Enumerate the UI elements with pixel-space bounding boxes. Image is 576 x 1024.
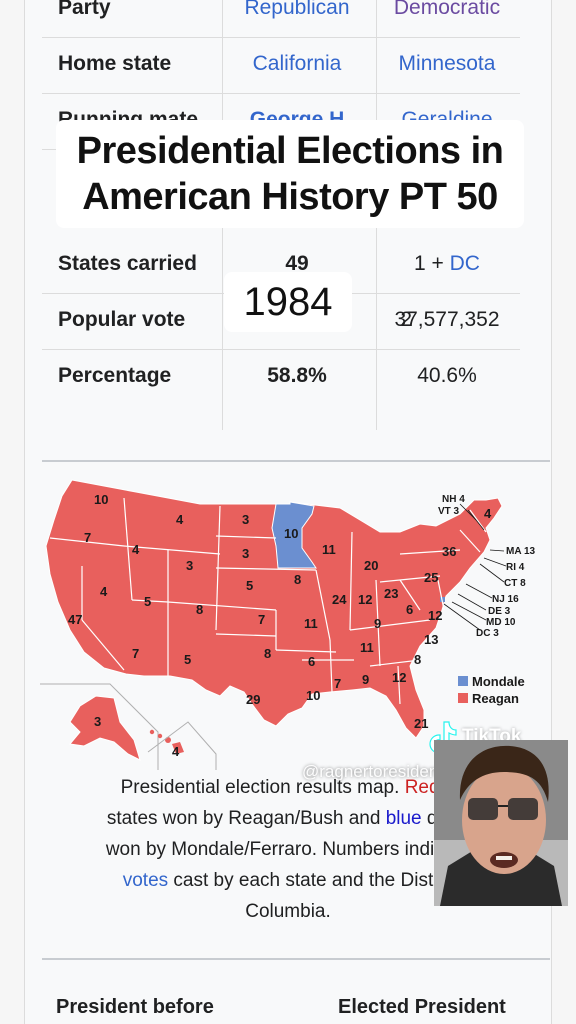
label-tn: 11: [360, 640, 374, 655]
creator-facecam: [434, 740, 568, 906]
caption-text: states won by Reagan/Bush and: [106, 808, 386, 829]
label-al: 9: [362, 672, 369, 687]
label-ms: 7: [334, 676, 341, 691]
label-ne: 5: [246, 578, 253, 593]
label-in: 12: [358, 592, 372, 607]
label-hi: 4: [172, 744, 180, 759]
label-ct: CT 8: [504, 578, 526, 589]
percentage-label: Percentage: [58, 364, 172, 387]
page: Party Republican Democratic Home state C…: [0, 0, 576, 1024]
label-ma: MA 13: [506, 546, 536, 557]
title-line-1: Presidential Elections in: [76, 130, 504, 172]
popular-vote-mondale: 37,577,352: [394, 308, 500, 331]
legend-mondale-swatch: [458, 676, 468, 686]
home-state-california[interactable]: California: [222, 52, 372, 76]
election-results-map[interactable]: 10 7 47 4 4 4 3 5 7 8 5 3 3 5 7 8 29 10 …: [40, 470, 550, 770]
year-overlay: 1984: [224, 272, 352, 332]
label-de: DE 3: [488, 606, 511, 617]
percentage-reagan: 58.8%: [267, 364, 327, 387]
label-ia: 8: [294, 572, 301, 587]
label-ca: 47: [68, 612, 82, 627]
caption-blue-word: blue: [385, 808, 422, 829]
label-nh: NH 4: [442, 494, 465, 505]
label-nj: NJ 16: [492, 594, 519, 605]
label-wv: 6: [406, 602, 413, 617]
home-state-label: Home state: [58, 52, 172, 75]
label-tx: 29: [246, 692, 260, 707]
label-ok: 8: [264, 646, 271, 661]
label-ga: 12: [392, 670, 406, 685]
label-ar: 6: [308, 654, 315, 669]
popular-vote-label: Popular vote: [58, 308, 186, 331]
label-mo: 11: [304, 616, 318, 631]
label-mn: 10: [284, 526, 298, 541]
label-ak: 3: [94, 714, 101, 729]
legend-mondale-label: Mondale: [472, 674, 525, 689]
label-or: 7: [84, 530, 91, 545]
section-divider: [42, 958, 550, 960]
home-state-minnesota[interactable]: Minnesota: [372, 52, 522, 76]
label-vt: VT 3: [438, 506, 460, 517]
section-divider: [42, 460, 550, 462]
label-wy: 3: [186, 558, 193, 573]
label-md: MD 10: [486, 617, 516, 628]
dc-link[interactable]: DC: [450, 252, 480, 275]
label-sc: 8: [414, 652, 421, 667]
label-va: 12: [428, 608, 442, 623]
row-party: Party Republican Democratic: [42, 0, 520, 38]
label-ri: RI 4: [506, 562, 525, 573]
label-wi: 11: [322, 542, 336, 557]
party-republican[interactable]: Republican: [222, 0, 372, 20]
label-ut: 5: [144, 594, 151, 609]
party-democratic[interactable]: Democratic: [372, 0, 522, 20]
video-title-overlay: Presidential Elections in American Histo…: [56, 120, 524, 228]
label-nc: 13: [424, 632, 438, 647]
title-line-2: American History PT 50: [82, 176, 498, 218]
label-il: 24: [332, 592, 347, 607]
label-oh: 23: [384, 586, 398, 601]
caption-text: won by Mondale/Ferraro. Numbers indicate: [105, 839, 471, 860]
label-sd: 3: [242, 546, 249, 561]
caption-text: cast by each state and the Distric: [168, 870, 454, 891]
label-nv: 4: [100, 584, 108, 599]
label-pa: 25: [424, 570, 438, 585]
percentage-mondale: 40.6%: [417, 364, 477, 387]
label-nm: 5: [184, 652, 191, 667]
alaska-shape: [69, 695, 141, 761]
label-me: 4: [484, 506, 492, 521]
label-la: 10: [306, 688, 320, 703]
label-mi: 20: [364, 558, 378, 573]
label-ks: 7: [258, 612, 265, 627]
legend-reagan-swatch: [458, 693, 468, 703]
label-dc: DC 3: [476, 628, 499, 639]
label-id: 4: [132, 542, 140, 557]
electoral-votes-link[interactable]: votes: [123, 870, 168, 891]
label-az: 7: [132, 646, 139, 661]
states-carried-mondale: 1 + DC: [372, 252, 522, 276]
label-wa: 10: [94, 492, 108, 507]
row-home-state: Home state California Minnesota: [42, 38, 520, 94]
label-co: 8: [196, 602, 203, 617]
president-before-label: President before: [56, 996, 214, 1018]
label-nd: 3: [242, 512, 249, 527]
states-carried-number: 1 +: [414, 252, 450, 275]
label-mt: 4: [176, 512, 184, 527]
caption-text: Columbia.: [245, 901, 331, 922]
label-ky: 9: [374, 616, 381, 631]
legend-reagan-label: Reagan: [472, 691, 519, 706]
row-percentage: Percentage 58.8% 40.6%: [42, 350, 520, 406]
party-label: Party: [58, 0, 111, 19]
states-carried-label: States carried: [58, 252, 197, 275]
label-ny: 36: [442, 544, 456, 559]
label-fl: 21: [414, 716, 428, 731]
elected-president-label: Elected President: [338, 996, 506, 1018]
